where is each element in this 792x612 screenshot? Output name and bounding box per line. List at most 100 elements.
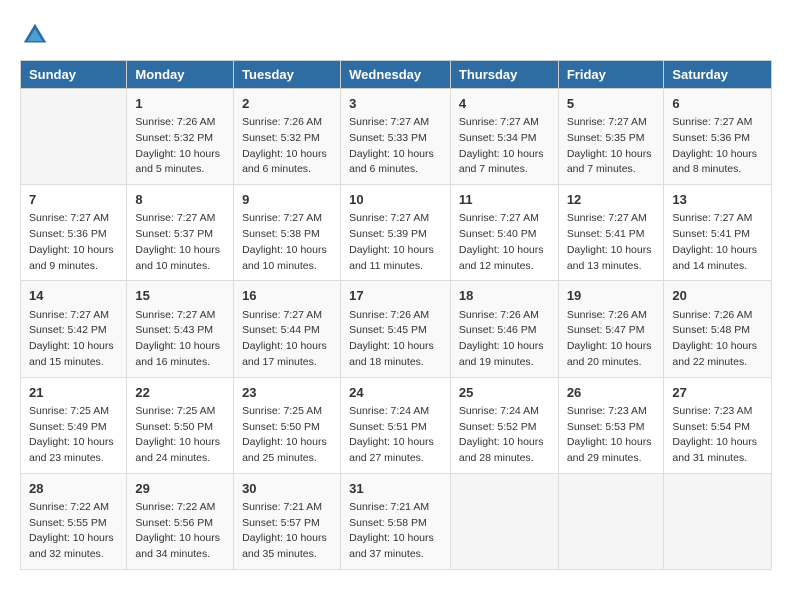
day-number: 24 xyxy=(349,384,442,402)
day-info: Sunrise: 7:27 AM Sunset: 5:41 PM Dayligh… xyxy=(567,211,656,274)
day-number: 28 xyxy=(29,480,118,498)
calendar-cell: 13Sunrise: 7:27 AM Sunset: 5:41 PM Dayli… xyxy=(664,185,772,281)
calendar-cell: 12Sunrise: 7:27 AM Sunset: 5:41 PM Dayli… xyxy=(558,185,664,281)
day-info: Sunrise: 7:27 AM Sunset: 5:44 PM Dayligh… xyxy=(242,308,332,371)
calendar-cell: 23 Sunrise: 7:25 AM Sunset: 5:50 PM Dayli… xyxy=(234,377,341,473)
day-number: 1 xyxy=(135,95,225,113)
day-number: 21 xyxy=(29,384,118,402)
logo-icon xyxy=(20,20,50,50)
calendar-week-2: 7Sunrise: 7:27 AM Sunset: 5:36 PM Daylig… xyxy=(21,185,772,281)
day-number: 15 xyxy=(135,287,225,305)
day-info: Sunrise: 7:22 AM Sunset: 5:55 PM Dayligh… xyxy=(29,500,118,563)
day-info: Sunrise: 7:25 AM Sunset: 5:50 PM Dayligh… xyxy=(242,404,332,467)
day-info: Sunrise: 7:27 AM Sunset: 5:39 PM Dayligh… xyxy=(349,211,442,274)
day-number: 4 xyxy=(459,95,550,113)
calendar-cell: 20 Sunrise: 7:26 AM Sunset: 5:48 PM Dayli… xyxy=(664,281,772,377)
day-number: 19 xyxy=(567,287,656,305)
day-number: 30 xyxy=(242,480,332,498)
col-header-sunday: Sunday xyxy=(21,61,127,89)
calendar-cell: 21 Sunrise: 7:25 AM Sunset: 5:49 PM Dayli… xyxy=(21,377,127,473)
calendar-cell: 17 Sunrise: 7:26 AM Sunset: 5:45 PM Dayli… xyxy=(341,281,451,377)
day-number: 10 xyxy=(349,191,442,209)
day-info: Sunrise: 7:27 AM Sunset: 5:35 PM Dayligh… xyxy=(567,115,656,178)
calendar-cell: 27 Sunrise: 7:23 AM Sunset: 5:54 PM Dayli… xyxy=(664,377,772,473)
calendar-cell: 14 Sunrise: 7:27 AM Sunset: 5:42 PM Dayli… xyxy=(21,281,127,377)
day-number: 29 xyxy=(135,480,225,498)
calendar-cell: 16 Sunrise: 7:27 AM Sunset: 5:44 PM Dayli… xyxy=(234,281,341,377)
calendar-week-4: 21 Sunrise: 7:25 AM Sunset: 5:49 PM Dayli… xyxy=(21,377,772,473)
col-header-monday: Monday xyxy=(127,61,234,89)
day-number: 11 xyxy=(459,191,550,209)
day-number: 5 xyxy=(567,95,656,113)
calendar-week-1: 1 Sunrise: 7:26 AM Sunset: 5:32 PM Daylig… xyxy=(21,89,772,185)
logo xyxy=(20,20,54,50)
header-row: SundayMondayTuesdayWednesdayThursdayFrid… xyxy=(21,61,772,89)
day-info: Sunrise: 7:27 AM Sunset: 5:40 PM Dayligh… xyxy=(459,211,550,274)
day-info: Sunrise: 7:26 AM Sunset: 5:47 PM Dayligh… xyxy=(567,308,656,371)
day-number: 20 xyxy=(672,287,763,305)
day-number: 17 xyxy=(349,287,442,305)
col-header-wednesday: Wednesday xyxy=(341,61,451,89)
calendar-cell: 26Sunrise: 7:23 AM Sunset: 5:53 PM Dayli… xyxy=(558,377,664,473)
calendar-cell: 4 Sunrise: 7:27 AM Sunset: 5:34 PM Daylig… xyxy=(450,89,558,185)
day-number: 25 xyxy=(459,384,550,402)
day-number: 3 xyxy=(349,95,442,113)
day-info: Sunrise: 7:23 AM Sunset: 5:54 PM Dayligh… xyxy=(672,404,763,467)
day-number: 22 xyxy=(135,384,225,402)
calendar-cell xyxy=(450,473,558,569)
day-info: Sunrise: 7:27 AM Sunset: 5:37 PM Dayligh… xyxy=(135,211,225,274)
calendar-table: SundayMondayTuesdayWednesdayThursdayFrid… xyxy=(20,60,772,570)
day-number: 9 xyxy=(242,191,332,209)
col-header-tuesday: Tuesday xyxy=(234,61,341,89)
day-info: Sunrise: 7:27 AM Sunset: 5:38 PM Dayligh… xyxy=(242,211,332,274)
day-info: Sunrise: 7:22 AM Sunset: 5:56 PM Dayligh… xyxy=(135,500,225,563)
day-number: 7 xyxy=(29,191,118,209)
day-number: 27 xyxy=(672,384,763,402)
calendar-cell: 6Sunrise: 7:27 AM Sunset: 5:36 PM Daylig… xyxy=(664,89,772,185)
day-number: 18 xyxy=(459,287,550,305)
calendar-cell: 25 Sunrise: 7:24 AM Sunset: 5:52 PM Dayli… xyxy=(450,377,558,473)
calendar-cell: 18 Sunrise: 7:26 AM Sunset: 5:46 PM Dayli… xyxy=(450,281,558,377)
day-info: Sunrise: 7:26 AM Sunset: 5:48 PM Dayligh… xyxy=(672,308,763,371)
calendar-cell: 2 Sunrise: 7:26 AM Sunset: 5:32 PM Daylig… xyxy=(234,89,341,185)
day-info: Sunrise: 7:25 AM Sunset: 5:50 PM Dayligh… xyxy=(135,404,225,467)
calendar-cell: 24Sunrise: 7:24 AM Sunset: 5:51 PM Dayli… xyxy=(341,377,451,473)
day-info: Sunrise: 7:27 AM Sunset: 5:42 PM Dayligh… xyxy=(29,308,118,371)
calendar-cell: 11 Sunrise: 7:27 AM Sunset: 5:40 PM Dayli… xyxy=(450,185,558,281)
day-info: Sunrise: 7:27 AM Sunset: 5:33 PM Dayligh… xyxy=(349,115,442,178)
calendar-week-5: 28 Sunrise: 7:22 AM Sunset: 5:55 PM Dayli… xyxy=(21,473,772,569)
day-info: Sunrise: 7:24 AM Sunset: 5:52 PM Dayligh… xyxy=(459,404,550,467)
calendar-cell xyxy=(21,89,127,185)
calendar-cell: 9 Sunrise: 7:27 AM Sunset: 5:38 PM Daylig… xyxy=(234,185,341,281)
calendar-cell: 22 Sunrise: 7:25 AM Sunset: 5:50 PM Dayli… xyxy=(127,377,234,473)
calendar-cell xyxy=(558,473,664,569)
day-number: 16 xyxy=(242,287,332,305)
col-header-thursday: Thursday xyxy=(450,61,558,89)
day-number: 23 xyxy=(242,384,332,402)
col-header-friday: Friday xyxy=(558,61,664,89)
calendar-cell: 30Sunrise: 7:21 AM Sunset: 5:57 PM Dayli… xyxy=(234,473,341,569)
day-info: Sunrise: 7:27 AM Sunset: 5:34 PM Dayligh… xyxy=(459,115,550,178)
calendar-cell: 10 Sunrise: 7:27 AM Sunset: 5:39 PM Dayli… xyxy=(341,185,451,281)
page-header xyxy=(20,20,772,50)
calendar-cell: 3 Sunrise: 7:27 AM Sunset: 5:33 PM Daylig… xyxy=(341,89,451,185)
day-number: 31 xyxy=(349,480,442,498)
calendar-week-3: 14 Sunrise: 7:27 AM Sunset: 5:42 PM Dayli… xyxy=(21,281,772,377)
calendar-cell: 15Sunrise: 7:27 AM Sunset: 5:43 PM Dayli… xyxy=(127,281,234,377)
day-info: Sunrise: 7:26 AM Sunset: 5:32 PM Dayligh… xyxy=(242,115,332,178)
day-info: Sunrise: 7:26 AM Sunset: 5:32 PM Dayligh… xyxy=(135,115,225,178)
calendar-cell: 5 Sunrise: 7:27 AM Sunset: 5:35 PM Daylig… xyxy=(558,89,664,185)
calendar-cell: 28 Sunrise: 7:22 AM Sunset: 5:55 PM Dayli… xyxy=(21,473,127,569)
day-info: Sunrise: 7:27 AM Sunset: 5:41 PM Dayligh… xyxy=(672,211,763,274)
day-number: 26 xyxy=(567,384,656,402)
day-number: 14 xyxy=(29,287,118,305)
day-info: Sunrise: 7:26 AM Sunset: 5:45 PM Dayligh… xyxy=(349,308,442,371)
calendar-cell: 29 Sunrise: 7:22 AM Sunset: 5:56 PM Dayli… xyxy=(127,473,234,569)
day-info: Sunrise: 7:21 AM Sunset: 5:58 PM Dayligh… xyxy=(349,500,442,563)
day-info: Sunrise: 7:26 AM Sunset: 5:46 PM Dayligh… xyxy=(459,308,550,371)
calendar-cell: 19 Sunrise: 7:26 AM Sunset: 5:47 PM Dayli… xyxy=(558,281,664,377)
day-info: Sunrise: 7:25 AM Sunset: 5:49 PM Dayligh… xyxy=(29,404,118,467)
day-number: 2 xyxy=(242,95,332,113)
calendar-cell xyxy=(664,473,772,569)
day-number: 8 xyxy=(135,191,225,209)
